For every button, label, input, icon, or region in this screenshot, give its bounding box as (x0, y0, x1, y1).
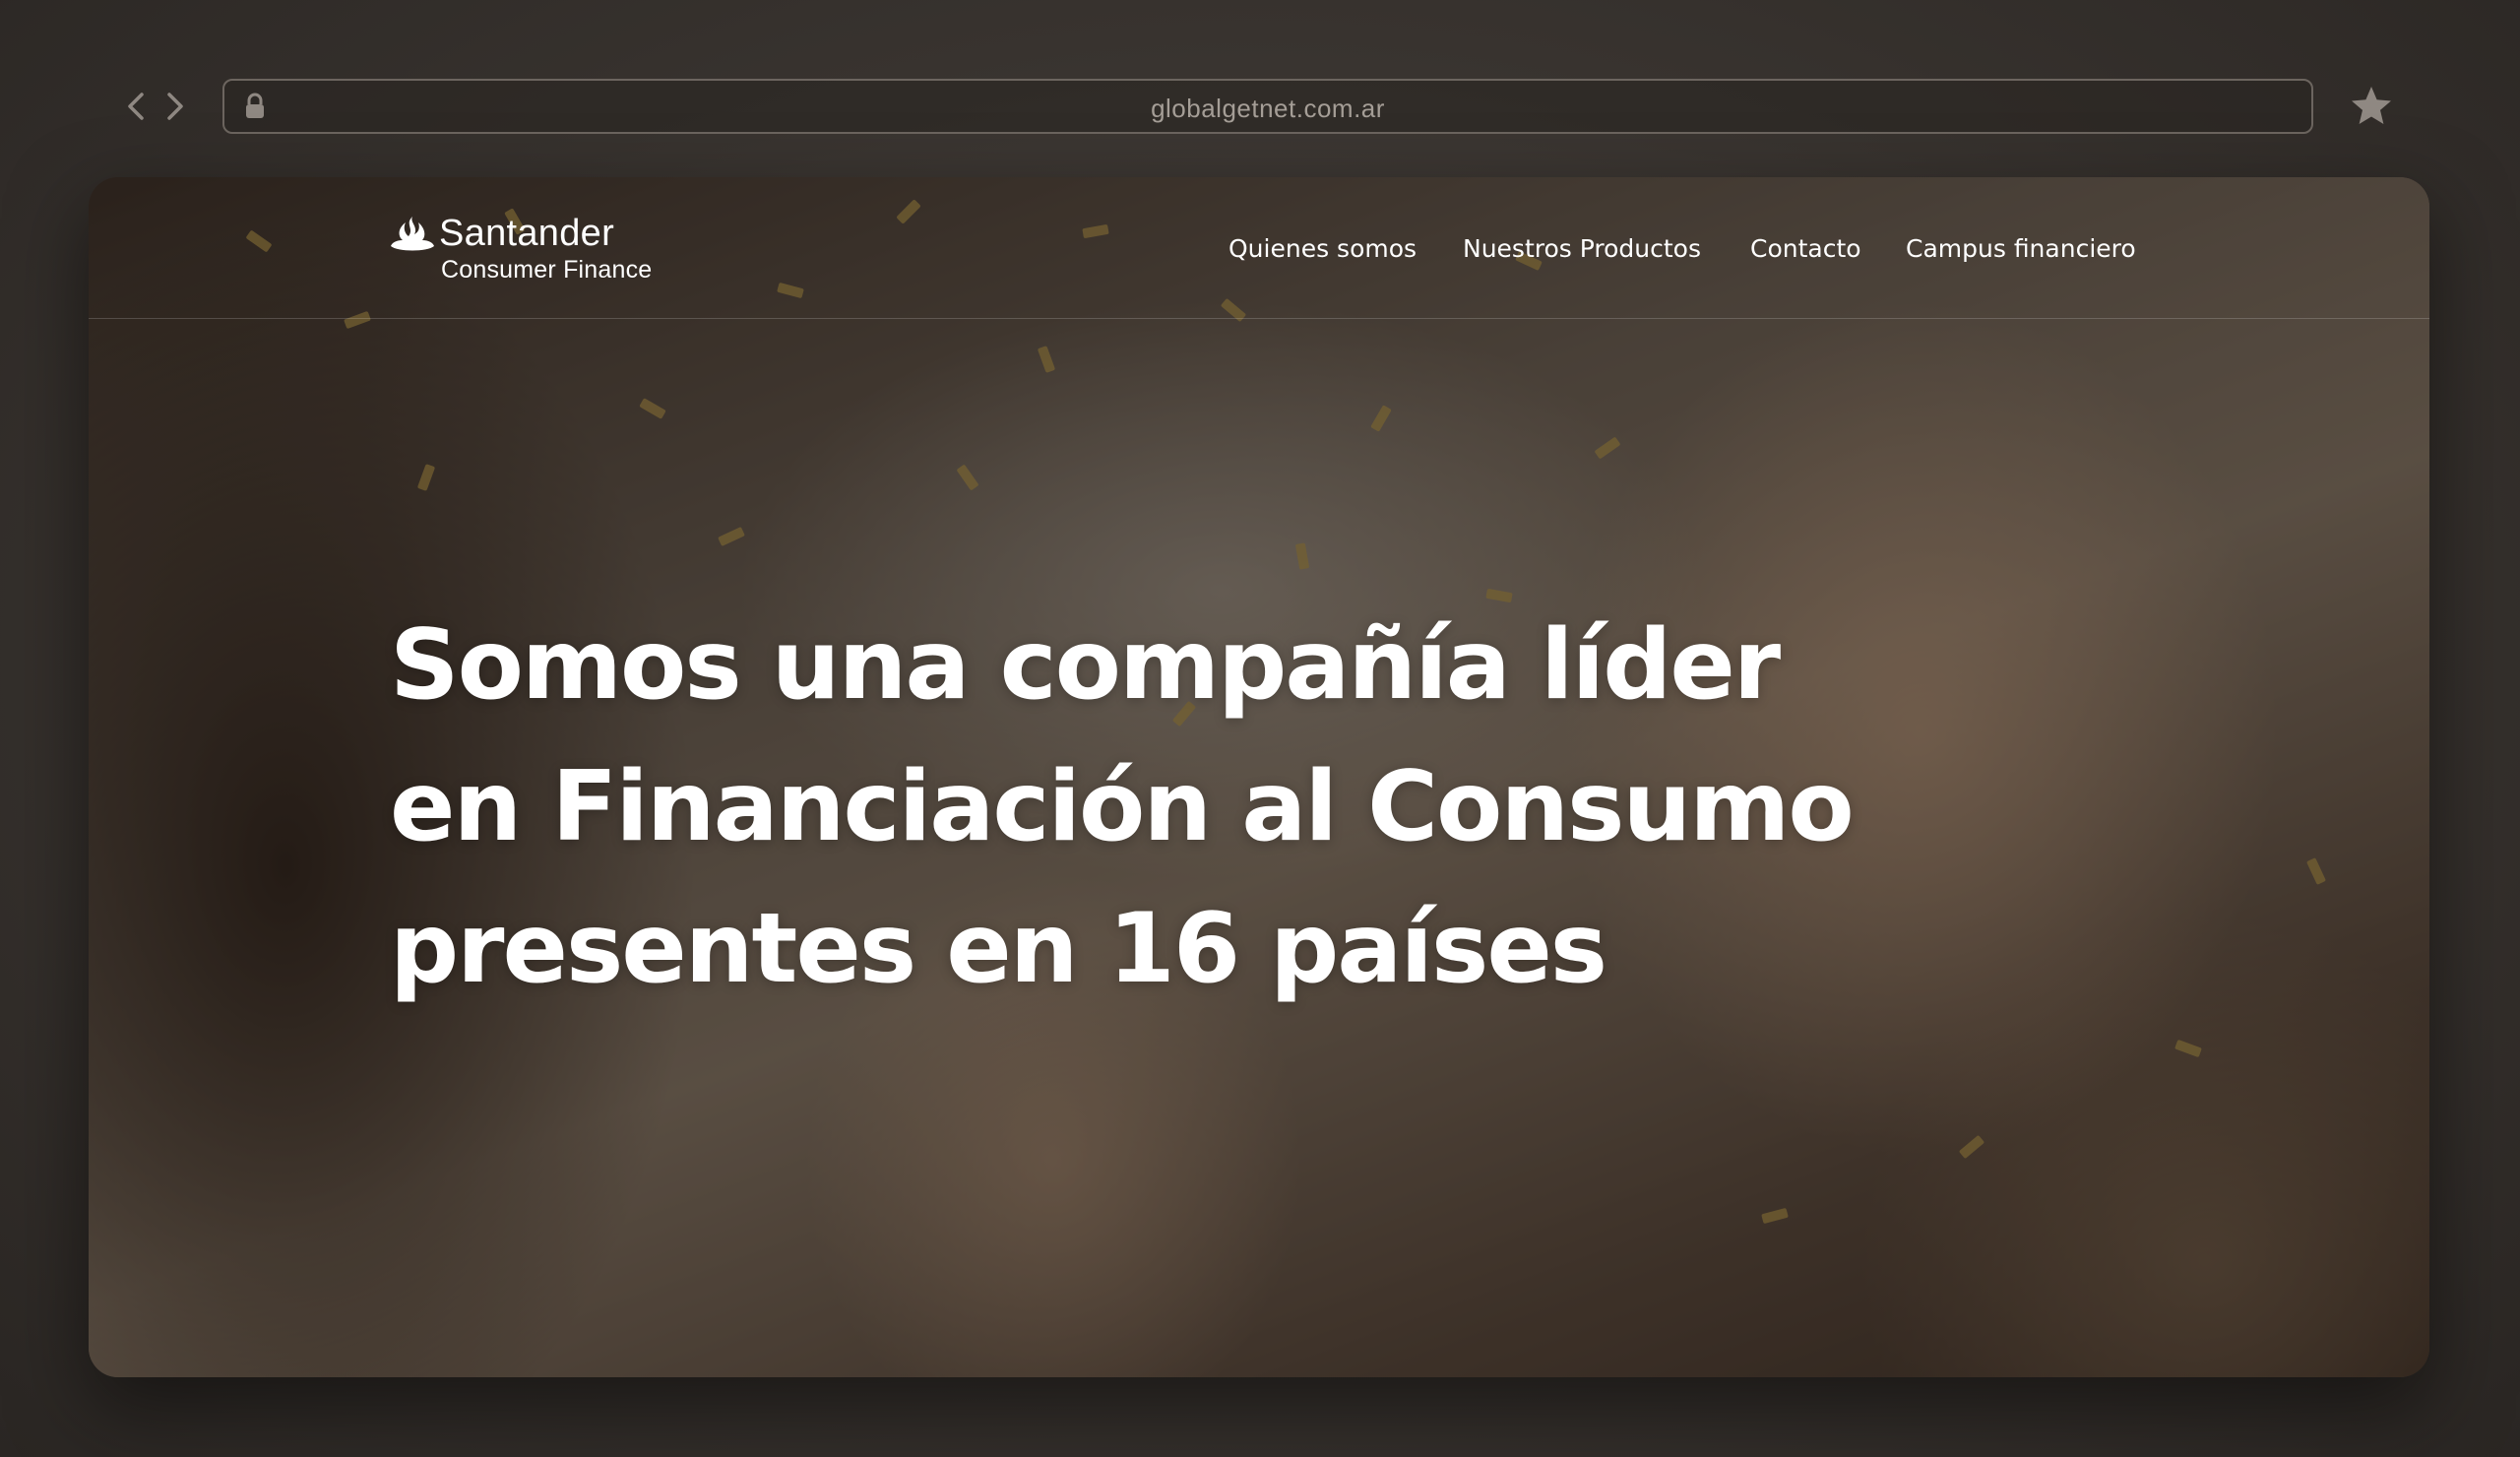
history-navigation (122, 87, 191, 126)
forward-arrow-icon[interactable] (161, 87, 189, 126)
hero-title-line: Somos una compañía líder (390, 609, 1781, 722)
nav-link-contacto[interactable]: Contacto (1750, 234, 1861, 263)
website-viewport: Santander Consumer Finance Quienes somos… (89, 177, 2429, 1377)
url-text: globalgetnet.com.ar (1151, 94, 1385, 123)
nav-link-quienes-somos[interactable]: Quienes somos (1228, 234, 1417, 263)
hero-title-line: presentes en 16 países (390, 893, 1607, 1005)
santander-flame-icon (390, 215, 435, 256)
hero-title: Somos una compañía líder en Financiación… (390, 595, 1866, 1020)
nav-link-campus-financiero[interactable]: Campus financiero (1906, 234, 2136, 263)
site-header: Santander Consumer Finance Quienes somos… (89, 177, 2429, 319)
brand-subtitle: Consumer Finance (441, 256, 653, 284)
address-bar[interactable]: globalgetnet.com.ar (222, 79, 2313, 134)
hero-title-line: en Financiación al Consumo (390, 751, 1855, 863)
nav-link-nuestros-productos[interactable]: Nuestros Productos (1463, 234, 1701, 263)
santander-logo[interactable]: Santander Consumer Finance (390, 213, 675, 291)
brand-name: Santander (439, 213, 615, 254)
back-arrow-icon[interactable] (122, 87, 150, 126)
star-icon[interactable] (2349, 83, 2394, 128)
